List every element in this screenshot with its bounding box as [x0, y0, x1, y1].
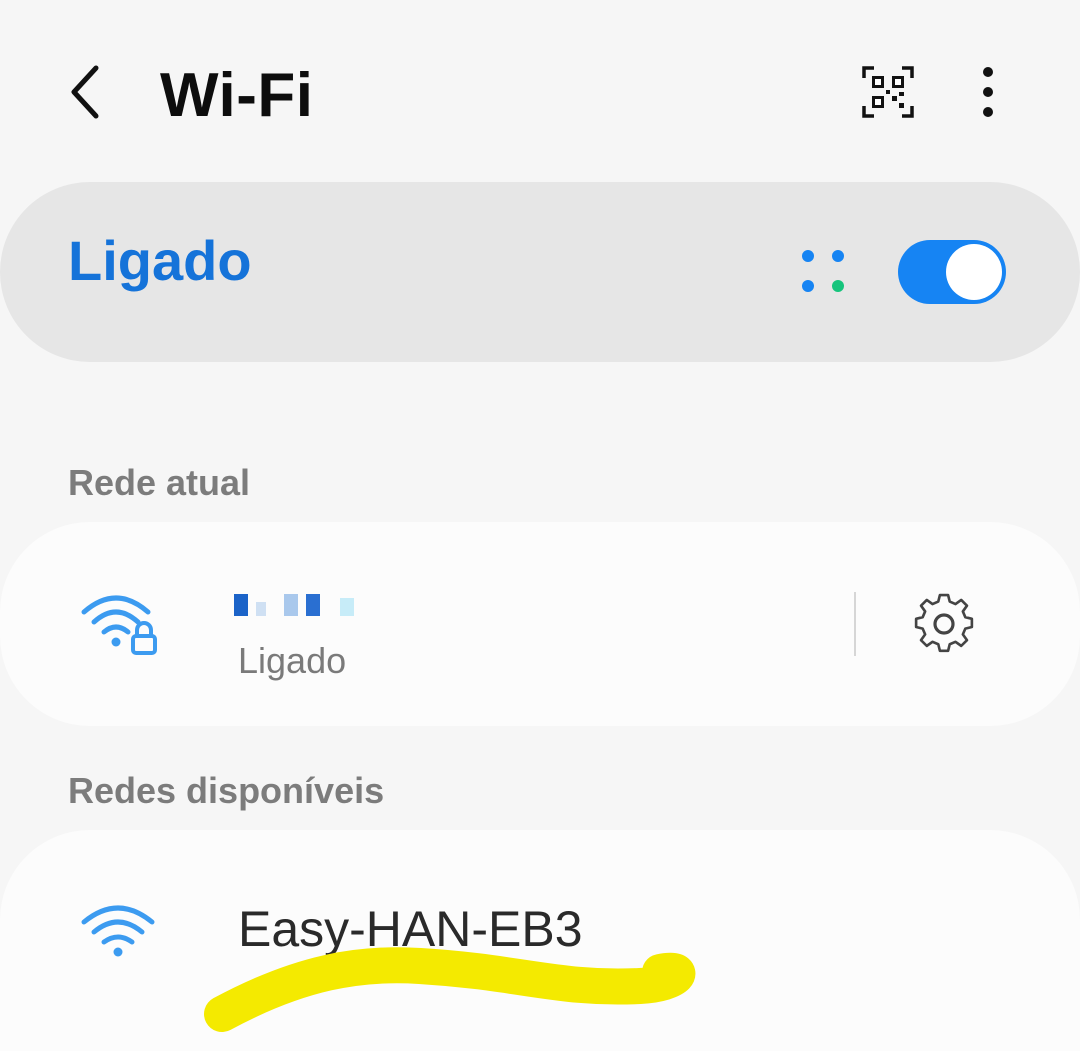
app-bar: Wi-Fi	[0, 0, 1080, 180]
wifi-icon	[81, 905, 155, 957]
current-network-status: Ligado	[238, 640, 347, 681]
wifi-direct-dots-icon[interactable]	[798, 246, 850, 298]
qr-code-button[interactable]	[860, 64, 916, 120]
switch-knob	[946, 244, 1002, 300]
back-button[interactable]	[58, 58, 122, 130]
available-networks-header: Redes disponíveis	[68, 770, 385, 811]
more-options-button[interactable]	[966, 64, 1010, 120]
wifi-state-label: Ligado	[68, 229, 252, 292]
qr-code-scanner-icon	[862, 66, 914, 118]
current-network-name-redacted	[234, 594, 358, 618]
wifi-master-toggle-row[interactable]: Ligado	[0, 182, 1080, 362]
network-name: Easy-HAN-EB3	[238, 901, 583, 957]
wifi-toggle-switch[interactable]	[898, 240, 1006, 304]
wifi-lock-icon	[81, 595, 157, 655]
chevron-left-icon	[71, 65, 99, 119]
page-title: Wi-Fi	[160, 61, 314, 130]
network-settings-button[interactable]	[908, 588, 980, 660]
divider	[854, 592, 856, 656]
more-vert-icon	[983, 67, 993, 117]
current-network-header: Rede atual	[68, 462, 251, 503]
gear-icon	[914, 593, 974, 653]
